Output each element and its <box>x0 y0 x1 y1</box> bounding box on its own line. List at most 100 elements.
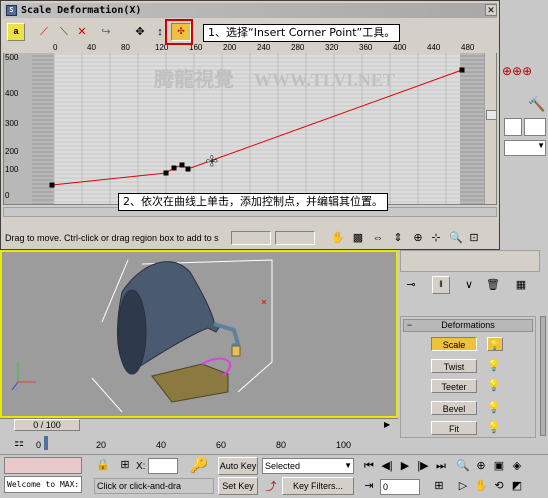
prev-frame-icon[interactable]: ◀| <box>380 459 394 473</box>
fit-bulb-icon[interactable]: 💡 <box>487 421 501 435</box>
zoom-all-icon[interactable]: ⊕ <box>474 459 488 473</box>
arc-rotate-icon[interactable]: ⟲ <box>492 479 506 493</box>
twist-bulb-icon[interactable]: 💡 <box>487 359 501 373</box>
teeter-bulb-icon[interactable]: 💡 <box>487 379 501 393</box>
zoom-vertical-icon[interactable]: ⇕ <box>391 231 405 245</box>
move-icon[interactable]: ✥ <box>133 25 147 39</box>
rollout-header[interactable]: − Deformations <box>403 319 533 332</box>
play-icon[interactable]: ▶ <box>398 459 412 473</box>
auto-key-button[interactable]: Auto Key <box>218 457 258 475</box>
make-unique-icon[interactable]: ∨ <box>462 278 476 292</box>
zoom-icon[interactable]: 🔍 <box>449 231 463 245</box>
twist-button[interactable]: Twist <box>431 359 477 373</box>
lock-icon[interactable]: a <box>7 23 25 41</box>
ruler-tick-label: 320 <box>325 43 339 52</box>
callout-step-1: 1、选择“Insert Corner Point”工具。 <box>203 24 401 42</box>
perspective-viewport[interactable] <box>0 250 398 418</box>
show-end-result-button[interactable]: ‖ <box>432 276 450 294</box>
key-filters-button[interactable]: Key Filters... <box>282 477 354 495</box>
time-slider-next-arrow[interactable]: ▶ <box>384 419 396 431</box>
dialog-close-icon[interactable]: ✕ <box>485 4 497 16</box>
zoom-region-move-icon[interactable]: ⊹ <box>429 231 443 245</box>
control-point[interactable] <box>179 162 185 168</box>
ruler-tick-label: 0 <box>53 43 58 52</box>
configure-icon[interactable]: ▦ <box>514 278 528 292</box>
graph-scrollbar[interactable]: ▲ <box>484 46 496 204</box>
curve-canvas[interactable]: 腾龍視覺 WWW.TLVI.NET ✢ <box>4 46 497 205</box>
panel-field[interactable] <box>504 118 522 136</box>
value-field-2[interactable] <box>275 231 315 245</box>
maxscript-listener[interactable]: Welcome to MAX: <box>4 476 82 493</box>
timeline-tick-label: 40 <box>156 440 167 450</box>
pan-viewport-icon[interactable]: ✋ <box>474 479 488 493</box>
hammer-icon[interactable]: 🔨 <box>528 96 546 114</box>
x-coordinate-field[interactable] <box>148 458 178 474</box>
track-bar[interactable]: ⚏ 0 20 40 60 80 100 <box>0 434 360 454</box>
zoom-extents-viewport-icon[interactable]: ▣ <box>492 459 506 473</box>
key-mode-toggle-icon[interactable]: ⇥ <box>362 479 376 493</box>
reset-curve-icon[interactable]: ↪ <box>99 25 113 39</box>
control-point[interactable] <box>49 182 55 188</box>
panel-field-2[interactable] <box>524 118 546 136</box>
callout-step-2: 2、依次在曲线上单击，添加控制点，并编辑其位置。 <box>118 193 388 211</box>
track-bar-icon[interactable]: ⚏ <box>12 436 26 450</box>
selection-set-dropdown[interactable]: Selected ▼ <box>262 458 354 474</box>
set-key-button[interactable]: Set Key <box>218 477 258 495</box>
zoom-extents-icon[interactable]: ▩ <box>351 231 365 245</box>
ruler-tick-label: 480 <box>461 43 475 52</box>
time-slider[interactable]: 0 / 100 ▶ <box>0 418 398 432</box>
lock-selection-icon[interactable]: 🔒 <box>96 458 110 472</box>
goto-start-icon[interactable]: ⏮ <box>362 459 376 473</box>
field-of-view-icon[interactable]: ▷ <box>456 479 470 493</box>
zoom-viewport-icon[interactable]: 🔍 <box>456 459 470 473</box>
maximize-viewport-icon[interactable]: ◩ <box>510 479 524 493</box>
fit-button[interactable]: Fit <box>431 421 477 435</box>
scale-button[interactable]: Scale <box>431 337 477 351</box>
time-slider-thumb[interactable]: 0 / 100 <box>14 419 80 431</box>
modifier-panel: ⊸ ‖ ∨ 🗑 ▦ − Deformations Scale Twist Teet… <box>398 250 548 438</box>
ruler-tick-label: 240 <box>257 43 271 52</box>
maxscript-listener-pink[interactable] <box>4 457 82 474</box>
dialog-title: Scale Deformation(X) <box>21 5 142 16</box>
free-curve-icon[interactable]: ⟋ <box>37 25 51 39</box>
viewport-scene <box>11 259 273 413</box>
panel-scrollbar[interactable] <box>540 316 546 436</box>
command-panel: ⊕⊕⊕ ▼ 🔨 <box>500 0 548 250</box>
dialog-titlebar[interactable]: S Scale Deformation(X) <box>3 3 497 18</box>
deformation-graph[interactable]: 腾龍視覺 WWW.TLVI.NET ✢ ▲ <box>3 45 497 205</box>
pin-icon[interactable]: ⊸ <box>404 278 418 292</box>
watermark-cn: 腾龍視覺 <box>154 67 234 91</box>
y-axis: 500 400 300 200 100 0 <box>3 45 29 205</box>
scale-bulb-icon[interactable]: 💡 <box>487 337 503 351</box>
teeter-button[interactable]: Teeter <box>431 379 477 393</box>
current-frame-field[interactable]: 0 <box>380 479 420 495</box>
bevel-button[interactable]: Bevel <box>431 401 477 415</box>
time-configuration-icon[interactable]: ⊞ <box>432 479 446 493</box>
remove-modifier-icon[interactable]: 🗑 <box>486 278 500 292</box>
goto-end-icon[interactable]: ⏭ <box>434 459 448 473</box>
next-frame-icon[interactable]: |▶ <box>416 459 430 473</box>
y-tick-label: 100 <box>5 165 19 174</box>
control-point[interactable] <box>185 166 191 172</box>
delete-icon[interactable]: ✕ <box>75 25 89 39</box>
panel-dropdown[interactable]: ▼ <box>504 140 546 156</box>
zoom-region-icon[interactable]: ⊡ <box>467 231 481 245</box>
pan-icon[interactable]: ✋ <box>331 231 345 245</box>
timeline-tick-label: 20 <box>96 440 107 450</box>
x-ruler: 0 40 80 120 160 200 240 280 320 360 400 440 480 <box>3 43 497 53</box>
status-bar: Welcome to MAX: 🔒 ⊞ X: Click or click-an… <box>0 454 548 498</box>
linear-icon[interactable]: ⟍ <box>57 25 71 39</box>
control-point[interactable] <box>171 165 177 171</box>
key-mode-icon[interactable]: 🔑 <box>186 457 212 475</box>
bevel-bulb-icon[interactable]: 💡 <box>487 401 501 415</box>
zoom-horizontal-icon[interactable]: ⇔ <box>371 231 385 245</box>
absolute-mode-icon[interactable]: ⊞ <box>118 458 132 472</box>
control-point[interactable] <box>459 67 465 73</box>
default-tangent-icon[interactable]: ⤴ <box>264 480 278 494</box>
scroll-thumb[interactable] <box>486 110 496 120</box>
value-field-1[interactable] <box>231 231 271 245</box>
zoom-extents-all-icon[interactable]: ◈ <box>510 459 524 473</box>
x-coordinate-label: X: <box>136 461 146 472</box>
control-point[interactable] <box>163 170 169 176</box>
zoom-horizontal-extents-icon[interactable]: ⊕ <box>411 231 425 245</box>
